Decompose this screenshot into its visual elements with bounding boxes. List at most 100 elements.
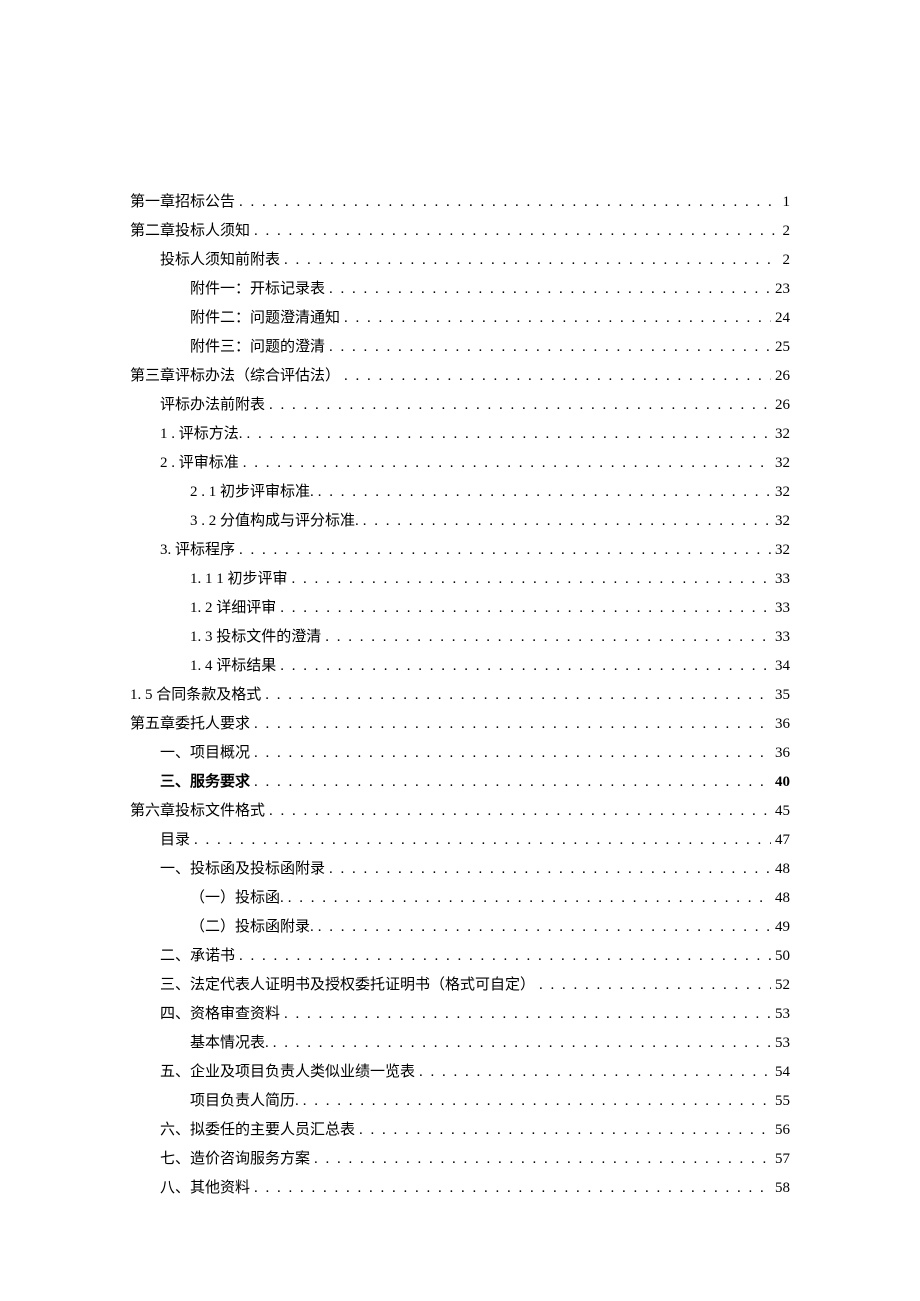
toc-entry-page: 32 bbox=[775, 542, 790, 559]
toc-entry-page: 34 bbox=[775, 658, 790, 675]
toc-dots-leader bbox=[344, 310, 771, 327]
toc-entry-label: 一、投标函及投标函附录 bbox=[160, 857, 325, 878]
toc-entry-label: 3. 评标程序 bbox=[160, 538, 235, 559]
toc-entry-page: 50 bbox=[775, 948, 790, 965]
toc-entry-label: 第二章投标人须知 bbox=[130, 219, 250, 240]
toc-entry-label: 投标人须知前附表 bbox=[160, 248, 280, 269]
toc-entry-page: 45 bbox=[775, 803, 790, 820]
toc-entry: 2 . 评审标准 32 bbox=[130, 451, 790, 472]
toc-entry-page: 1 bbox=[783, 194, 791, 211]
toc-entry-page: 32 bbox=[775, 455, 790, 472]
toc-entry-page: 32 bbox=[775, 484, 790, 501]
toc-entry-page: 54 bbox=[775, 1064, 790, 1081]
toc-entry-label: 1. 5 合同条款及格式 bbox=[130, 683, 261, 704]
toc-entry-label: （二）投标函附录. bbox=[190, 915, 314, 936]
toc-entry-page: 33 bbox=[775, 600, 790, 617]
toc-entry-label: 1. 3 投标文件的澄清 bbox=[190, 625, 321, 646]
toc-entry-page: 56 bbox=[775, 1122, 790, 1139]
toc-entry: 3 . 2 分值构成与评分标准. 32 bbox=[130, 509, 790, 530]
toc-entry-page: 32 bbox=[775, 513, 790, 530]
toc-entry: 第三章评标办法（综合评估法）26 bbox=[130, 364, 790, 385]
toc-entry: 一、项目概况 36 bbox=[130, 741, 790, 762]
toc-entry: 1 . 评标方法.32 bbox=[130, 422, 790, 443]
toc-entry-page: 24 bbox=[775, 310, 790, 327]
toc-entry: 附件一：开标记录表23 bbox=[130, 277, 790, 298]
toc-dots-leader bbox=[314, 1151, 771, 1168]
toc-entry: （一）投标函.48 bbox=[130, 886, 790, 907]
toc-entry: 第一章招标公告1 bbox=[130, 190, 790, 211]
toc-dots-leader bbox=[194, 832, 771, 849]
toc-entry-page: 26 bbox=[775, 397, 790, 414]
toc-entry: 八、其他资料58 bbox=[130, 1176, 790, 1197]
toc-entry: 第二章投标人须知 2 bbox=[130, 219, 790, 240]
toc-entry-page: 33 bbox=[775, 571, 790, 588]
toc-entry-label: 目录 bbox=[160, 828, 190, 849]
toc-dots-leader bbox=[269, 397, 771, 414]
toc-dots-leader bbox=[239, 948, 771, 965]
toc-entry-label: 附件三：问题的澄清 bbox=[190, 335, 325, 356]
toc-entry: 一、投标函及投标函附录 48 bbox=[130, 857, 790, 878]
toc-entry-page: 23 bbox=[775, 281, 790, 298]
toc-entry-label: 1. 2 详细评审 bbox=[190, 596, 276, 617]
toc-dots-leader bbox=[303, 1093, 771, 1110]
toc-entry: 1. 1 1 初步评审 33 bbox=[130, 567, 790, 588]
toc-entry-label: 二、承诺书 bbox=[160, 944, 235, 965]
toc-entry-page: 36 bbox=[775, 745, 790, 762]
toc-entry: 二、承诺书 50 bbox=[130, 944, 790, 965]
toc-dots-leader bbox=[318, 484, 771, 501]
toc-entry-page: 2 bbox=[783, 223, 791, 240]
toc-dots-leader bbox=[329, 281, 771, 298]
toc-dots-leader bbox=[325, 629, 771, 646]
toc-entry: 基本情况表.53 bbox=[130, 1031, 790, 1052]
toc-entry-label: 五、企业及项目负责人类似业绩一览表 bbox=[160, 1060, 415, 1081]
toc-entry-page: 48 bbox=[775, 861, 790, 878]
toc-entry-label: 1. 1 1 初步评审 bbox=[190, 567, 288, 588]
toc-dots-leader bbox=[243, 455, 771, 472]
toc-entry-page: 55 bbox=[775, 1093, 790, 1110]
toc-entry-page: 40 bbox=[775, 774, 790, 791]
toc-entry-page: 25 bbox=[775, 339, 790, 356]
toc-entry: 2 . 1 初步评审标准.32 bbox=[130, 480, 790, 501]
toc-dots-leader bbox=[318, 919, 771, 936]
toc-dots-leader bbox=[292, 571, 771, 588]
toc-dots-leader bbox=[344, 368, 771, 385]
toc-entry: 投标人须知前附表 2 bbox=[130, 248, 790, 269]
toc-entry-page: 35 bbox=[775, 687, 790, 704]
toc-dots-leader bbox=[254, 1180, 771, 1197]
table-of-contents: 第一章招标公告1第二章投标人须知2投标人须知前附表2附件一：开标记录表23附件二… bbox=[130, 190, 790, 1197]
toc-entry: 3. 评标程序 32 bbox=[130, 538, 790, 559]
toc-dots-leader bbox=[539, 977, 771, 994]
toc-entry-page: 2 bbox=[783, 252, 791, 269]
toc-dots-leader bbox=[329, 861, 771, 878]
toc-entry-page: 49 bbox=[775, 919, 790, 936]
toc-entry: 五、企业及项目负责人类似业绩一览表 54 bbox=[130, 1060, 790, 1081]
toc-entry: 1. 5 合同条款及格式 35 bbox=[130, 683, 790, 704]
toc-entry: 四、资格审查资料 53 bbox=[130, 1002, 790, 1023]
toc-entry-label: 六、拟委任的主要人员汇总表 bbox=[160, 1118, 355, 1139]
toc-dots-leader bbox=[284, 1006, 771, 1023]
toc-entry: 项目负责人简历.55 bbox=[130, 1089, 790, 1110]
toc-entry-page: 58 bbox=[775, 1180, 790, 1197]
toc-entry: 1. 4 评标结果34 bbox=[130, 654, 790, 675]
toc-entry-label: 第六章投标文件格式 bbox=[130, 799, 265, 820]
toc-entry: 第六章投标文件格式 45 bbox=[130, 799, 790, 820]
toc-entry-page: 32 bbox=[775, 426, 790, 443]
toc-dots-leader bbox=[239, 542, 771, 559]
toc-dots-leader bbox=[254, 716, 771, 733]
toc-entry: 第五章委托人要求36 bbox=[130, 712, 790, 733]
toc-dots-leader bbox=[239, 194, 778, 211]
toc-entry-page: 57 bbox=[775, 1151, 790, 1168]
toc-dots-leader bbox=[273, 1035, 771, 1052]
toc-entry-label: 2 . 评审标准 bbox=[160, 451, 239, 472]
toc-entry-label: 四、资格审查资料 bbox=[160, 1002, 280, 1023]
toc-dots-leader bbox=[419, 1064, 771, 1081]
toc-entry-label: 一、项目概况 bbox=[160, 741, 250, 762]
toc-dots-leader bbox=[284, 252, 778, 269]
toc-entry-page: 53 bbox=[775, 1006, 790, 1023]
toc-entry-page: 47 bbox=[775, 832, 790, 849]
toc-entry-label: 三、服务要求 bbox=[160, 770, 250, 791]
toc-entry: 目录 47 bbox=[130, 828, 790, 849]
toc-entry: 七、造价咨询服务方案57 bbox=[130, 1147, 790, 1168]
toc-entry: 1. 3 投标文件的澄清33 bbox=[130, 625, 790, 646]
toc-entry-label: 3 . 2 分值构成与评分标准. bbox=[190, 509, 359, 530]
